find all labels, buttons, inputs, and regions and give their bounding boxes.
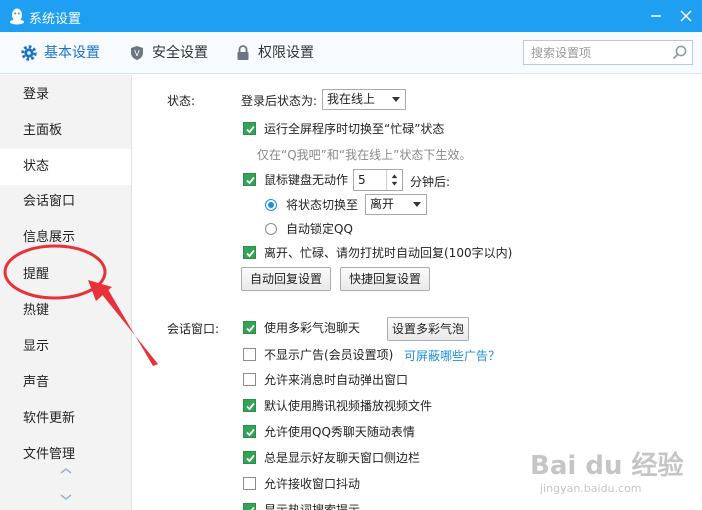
option-label: 使用多彩气泡聊天 xyxy=(264,321,361,335)
login-status-select[interactable]: 我在线上 xyxy=(322,89,406,110)
settings-sidebar: 登录 主面板 状态 会话窗口 信息展示 提醒 热键 显示 声音 软件更新 文件管… xyxy=(0,75,132,510)
tab-security-settings[interactable]: V 安全设置 xyxy=(128,32,218,74)
chevron-down-icon xyxy=(392,97,400,102)
auto-reply-settings-button[interactable]: 自动回复设置 xyxy=(241,267,331,291)
checkbox-checked[interactable] xyxy=(243,451,256,464)
sidebar-item-hotkey[interactable]: 热键 xyxy=(0,293,131,329)
login-status-label: 登录后状态为: xyxy=(241,94,318,108)
gear-icon xyxy=(21,45,37,61)
search-input[interactable] xyxy=(524,41,668,64)
option-label: 允许使用QQ秀聊天随动表情 xyxy=(264,425,415,439)
lock-icon xyxy=(237,45,249,60)
top-toolbar: 基本设置 V 安全设置 权限设置 xyxy=(0,32,702,74)
qq-penguin-icon xyxy=(10,8,24,25)
checkbox-checked[interactable] xyxy=(243,425,256,438)
checkbox-checked[interactable] xyxy=(243,321,256,334)
tab-basic-settings[interactable]: 基本设置 xyxy=(20,32,110,74)
baidu-watermark: Bai du 经验 jingyan.baidu.com xyxy=(530,445,684,495)
sidebar-item-sound[interactable]: 声音 xyxy=(0,365,131,401)
set-bubble-button[interactable]: 设置多彩气泡 xyxy=(387,317,469,341)
option-label: 允许接收窗口抖动 xyxy=(264,477,361,491)
checkbox-checked[interactable] xyxy=(243,173,256,186)
option-label: 自动锁定QQ xyxy=(286,222,353,236)
checkbox-checked[interactable] xyxy=(243,503,256,510)
watermark-url: jingyan.baidu.com xyxy=(540,482,642,495)
option-label: 离开、忙碌、请勿打扰时自动回复(100字以内) xyxy=(264,246,513,260)
tab-permission-settings[interactable]: 权限设置 xyxy=(234,32,324,74)
option-label: 默认使用腾讯视频播放视频文件 xyxy=(264,399,433,413)
svg-text:V: V xyxy=(134,49,140,58)
radio-selected[interactable] xyxy=(265,199,277,211)
checkbox-checked[interactable] xyxy=(243,246,256,259)
option-label: 鼠标键盘无动作 xyxy=(264,173,349,187)
sidebar-scroll-arrows-icon[interactable] xyxy=(58,465,74,505)
option-label: 运行全屏程序时切换至“忙碌”状态 xyxy=(264,122,445,136)
sidebar-item-info-display[interactable]: 信息展示 xyxy=(0,220,131,256)
switch-status-select[interactable]: 离开 xyxy=(365,194,427,215)
search-box xyxy=(523,40,693,65)
shield-icon: V xyxy=(131,46,143,60)
option-label: 总是显示好友聊天窗口侧边栏 xyxy=(264,451,421,465)
section-label-status: 状态: xyxy=(167,94,196,108)
checkbox-unchecked[interactable] xyxy=(243,348,256,361)
blockable-ads-link[interactable]: 可屏蔽哪些广告？ xyxy=(404,347,500,364)
sidebar-item-software-update[interactable]: 软件更新 xyxy=(0,401,131,437)
chevron-down-icon xyxy=(413,202,421,207)
stepper-arrows-icon[interactable] xyxy=(386,170,402,190)
option-label: 允许来消息时自动弹出窗口 xyxy=(264,373,409,387)
sidebar-item-status[interactable]: 状态 xyxy=(0,149,131,185)
sidebar-item-login[interactable]: 登录 xyxy=(0,77,131,113)
idle-suffix: 分钟后: xyxy=(410,175,451,189)
option-label: 显示热词搜索提示 xyxy=(264,503,361,510)
fullscreen-hint: 仅在“Q我吧”和“我在线上”状态下生效。 xyxy=(257,148,472,162)
watermark-brand: Bai du 经验 xyxy=(530,451,684,481)
option-label: 将状态切换至 xyxy=(286,198,359,212)
close-icon[interactable] xyxy=(676,6,696,26)
sidebar-item-chat-window[interactable]: 会话窗口 xyxy=(0,184,131,220)
option-label: 不显示广告(会员设置项) xyxy=(264,348,394,362)
quick-reply-settings-button[interactable]: 快捷回复设置 xyxy=(340,267,430,291)
tab-label: 安全设置 xyxy=(152,45,208,61)
checkbox-unchecked[interactable] xyxy=(243,477,256,490)
tab-label: 权限设置 xyxy=(258,45,314,61)
checkbox-checked[interactable] xyxy=(243,122,256,135)
checkbox-unchecked[interactable] xyxy=(243,373,256,386)
minimize-icon[interactable] xyxy=(646,6,666,26)
search-icon[interactable] xyxy=(671,44,688,61)
window-title: 系统设置 xyxy=(29,12,82,27)
title-bar: 系统设置 xyxy=(0,0,702,32)
idle-minutes-stepper[interactable]: 5 xyxy=(353,169,403,191)
tab-label: 基本设置 xyxy=(44,45,100,61)
section-label-chat-window: 会话窗口: xyxy=(167,322,220,336)
radio-unselected[interactable] xyxy=(265,223,277,235)
checkbox-checked[interactable] xyxy=(243,399,256,412)
sidebar-item-main-panel[interactable]: 主面板 xyxy=(0,113,131,149)
sidebar-item-reminder[interactable]: 提醒 xyxy=(0,257,131,293)
sidebar-item-display[interactable]: 显示 xyxy=(0,329,131,365)
